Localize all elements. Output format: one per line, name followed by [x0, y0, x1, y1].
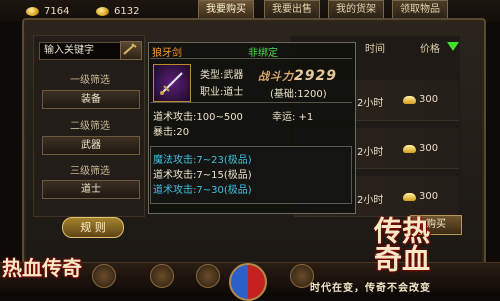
tab-sell[interactable]: 我要出售	[264, 0, 320, 18]
tab-buy[interactable]: 我要购买	[198, 0, 254, 18]
yuanbao-amount: 6132	[114, 6, 140, 17]
gold-amount: 7164	[44, 6, 70, 17]
tab-claim[interactable]: 领取物品	[392, 0, 448, 18]
search-button[interactable]	[120, 41, 142, 60]
row-time: 2小时	[357, 195, 384, 206]
search-icon	[123, 43, 137, 55]
gold-display: 7164	[26, 6, 69, 17]
bind-status: 非绑定	[248, 48, 278, 59]
hp-mp-orb	[229, 263, 267, 301]
bonus-attr-1: 魔法攻击:7~23(极品)	[153, 155, 252, 166]
yuanbao-icon	[403, 192, 416, 201]
skill-slot[interactable]	[150, 264, 174, 288]
item-job: 职业:道士	[200, 87, 244, 98]
sword-icon	[160, 72, 183, 95]
row-price: 300	[403, 143, 438, 154]
level3-select[interactable]: 道士	[42, 180, 140, 199]
divider	[150, 102, 352, 103]
divider	[150, 58, 352, 59]
level2-select[interactable]: 武器	[42, 136, 140, 155]
row-price: 300	[403, 94, 438, 105]
rules-button[interactable]: 规 则	[62, 217, 124, 238]
gold-coin-icon	[26, 7, 39, 16]
row-price-value: 300	[419, 191, 439, 202]
tab-shelf[interactable]: 我的货架	[328, 0, 384, 18]
combat-power-value: 2929	[294, 68, 337, 84]
combat-power-label: 战斗力	[258, 70, 294, 83]
level1-label: 一级筛选	[70, 75, 110, 86]
slogan: 时代在变，传奇不会改变	[310, 283, 431, 294]
skill-slot[interactable]	[92, 264, 116, 288]
luck-stat: 幸运: +1	[272, 112, 314, 123]
search-input[interactable]: 输入关键字	[39, 42, 123, 60]
level1-select[interactable]: 装备	[42, 90, 140, 109]
base-power: (基础:1200)	[270, 89, 327, 100]
row-price-value: 300	[419, 94, 439, 105]
yuanbao-display: 6132	[96, 6, 139, 17]
game-logo: 热血传奇	[2, 256, 82, 280]
row-price-value: 300	[419, 143, 439, 154]
row-price: 300	[403, 191, 438, 202]
skill-slot[interactable]	[196, 264, 220, 288]
bonus-attr-2: 道术攻击:7~15(极品)	[153, 170, 252, 181]
row-time: 2小时	[357, 98, 384, 109]
level2-label: 二级筛选	[70, 121, 110, 132]
yuanbao-icon	[96, 7, 109, 16]
yuanbao-icon	[403, 95, 416, 104]
item-type: 类型:武器	[200, 70, 244, 81]
game-logo-large-text: 热血传奇	[370, 216, 431, 272]
row-time: 2小时	[357, 147, 384, 158]
bonus-attr-3: 道术攻击:7~30(极品)	[153, 185, 252, 196]
item-icon-frame	[153, 64, 191, 102]
attack-stat: 道术攻击:100~500	[153, 112, 243, 123]
header-time: 时间	[365, 44, 385, 55]
header-price[interactable]: 价格	[420, 40, 440, 55]
sort-down-arrow-icon[interactable]	[447, 42, 459, 51]
crit-stat: 暴击:20	[153, 127, 190, 138]
combat-power: 战斗力2929	[258, 68, 337, 84]
level3-label: 三级筛选	[70, 166, 110, 177]
yuanbao-icon	[403, 144, 416, 153]
item-name: 狼牙剑	[152, 48, 182, 59]
